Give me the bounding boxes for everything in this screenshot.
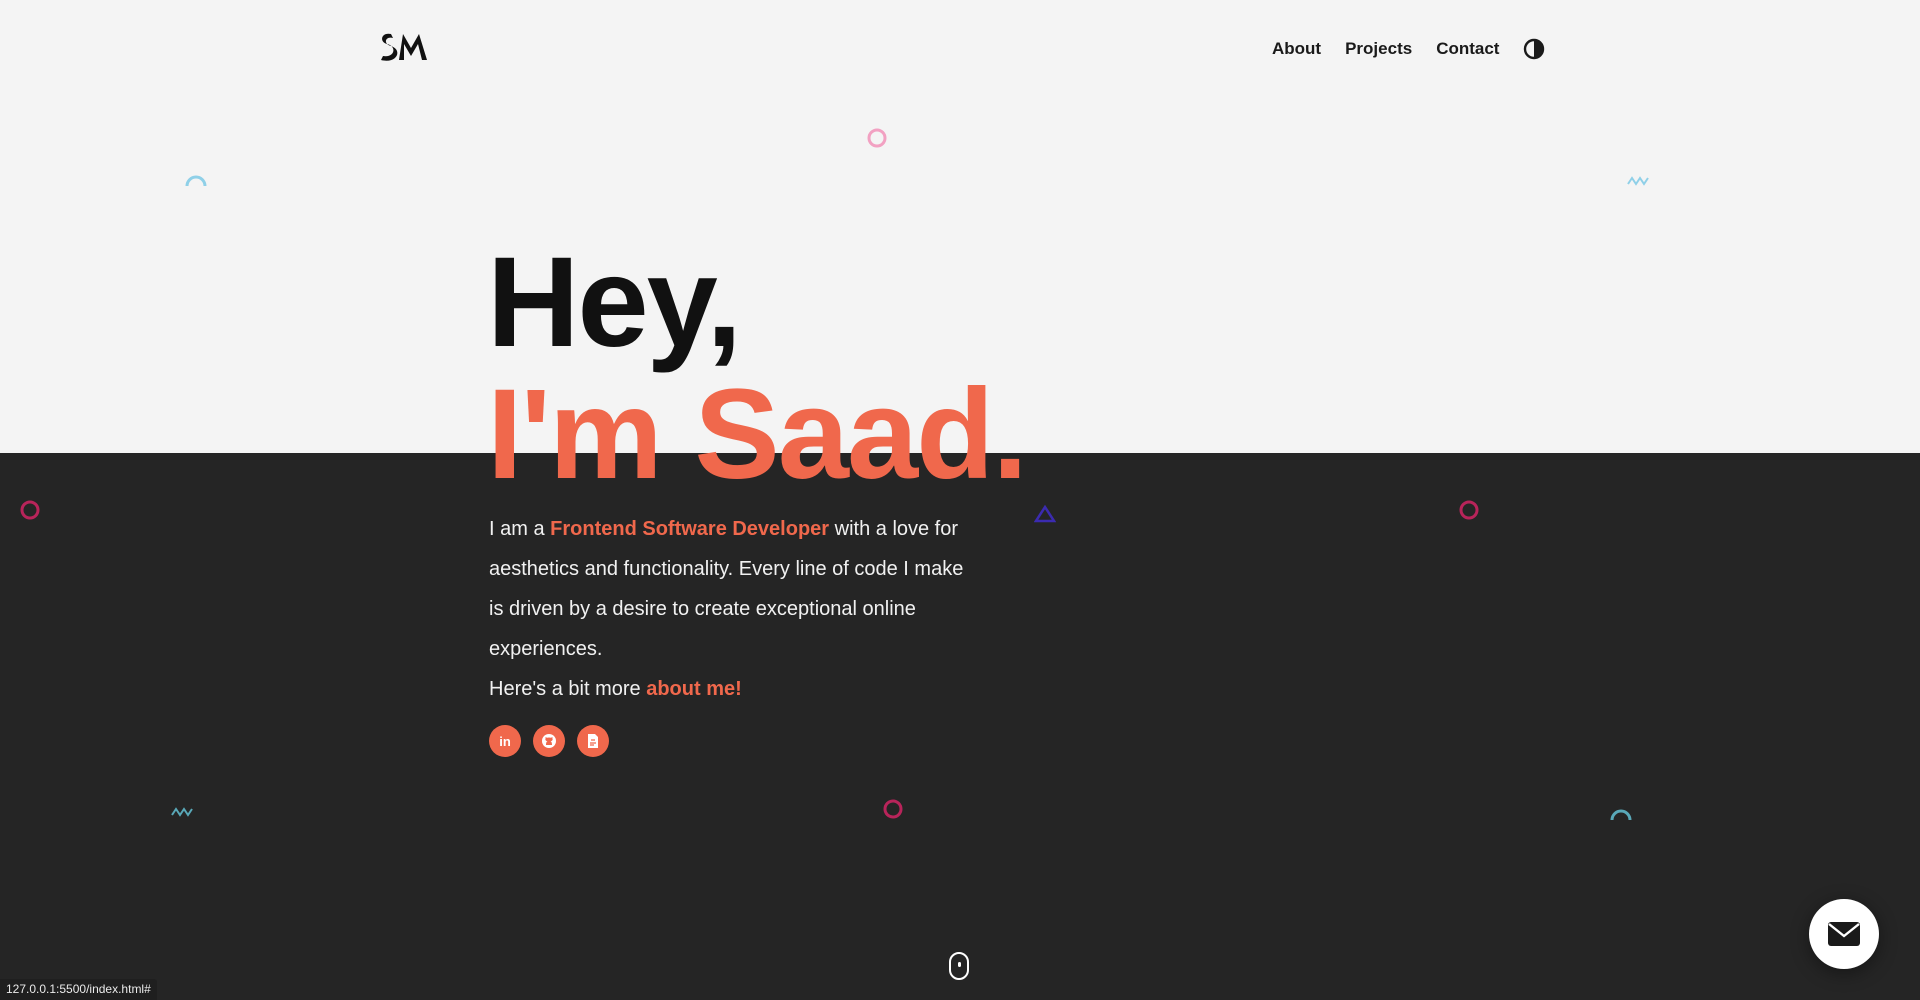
envelope-icon bbox=[1828, 922, 1860, 946]
sm-logo[interactable] bbox=[377, 30, 431, 64]
nav-contact-link[interactable]: Contact bbox=[1436, 39, 1499, 59]
contrast-icon[interactable] bbox=[1523, 38, 1545, 60]
about-me-link[interactable]: about me! bbox=[646, 678, 742, 700]
nav-about-link[interactable]: About bbox=[1272, 39, 1321, 59]
arc-shape-icon bbox=[1610, 809, 1632, 821]
hero-heading: Hey, I'm Saad. bbox=[487, 231, 1028, 506]
github-icon bbox=[542, 734, 556, 748]
github-button[interactable] bbox=[533, 725, 565, 757]
linkedin-button[interactable]: in bbox=[489, 725, 521, 757]
circle-shape-icon bbox=[867, 128, 887, 148]
nav-projects-link[interactable]: Projects bbox=[1345, 39, 1412, 59]
resume-button[interactable] bbox=[577, 725, 609, 757]
more-about-line: Here's a bit more about me! bbox=[489, 669, 742, 709]
intro-paragraph: I am a Frontend Software Developer with … bbox=[489, 509, 969, 669]
status-bar-url: 127.0.0.1:5500/index.html# bbox=[0, 979, 157, 1000]
intro-role: Frontend Software Developer bbox=[550, 518, 830, 540]
triangle-shape-icon bbox=[1034, 504, 1056, 523]
resume-file-icon bbox=[588, 734, 598, 748]
social-links: in bbox=[489, 725, 609, 757]
intro-prefix: I am a bbox=[489, 518, 551, 540]
circle-shape-icon bbox=[1459, 500, 1479, 520]
linkedin-icon: in bbox=[499, 733, 511, 749]
main-navigation: About Projects Contact bbox=[1272, 38, 1545, 60]
more-prefix: Here's a bit more bbox=[489, 678, 647, 700]
mail-button[interactable] bbox=[1809, 899, 1879, 969]
scroll-wheel-dot bbox=[958, 962, 961, 967]
circle-shape-icon bbox=[20, 500, 40, 520]
circle-shape-icon bbox=[883, 799, 903, 819]
zigzag-shape-icon bbox=[171, 807, 193, 817]
zigzag-shape-icon bbox=[1627, 176, 1649, 186]
greeting-heading: Hey, bbox=[487, 231, 742, 374]
name-heading: I'm Saad. bbox=[487, 363, 1028, 506]
arc-shape-icon bbox=[185, 175, 207, 187]
mouse-scroll-icon[interactable] bbox=[949, 952, 969, 980]
